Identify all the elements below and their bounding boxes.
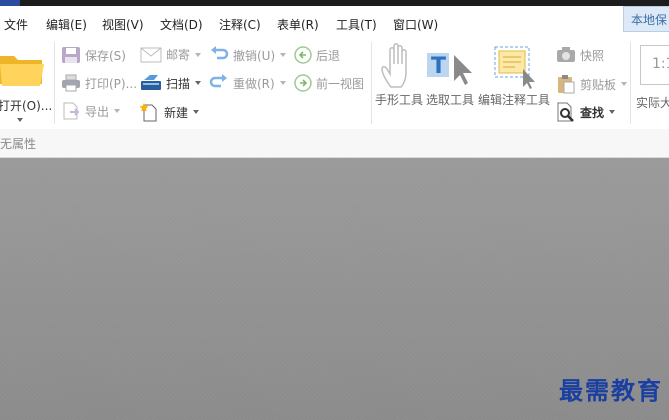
clipboard-dropdown-icon[interactable] (621, 82, 628, 86)
export-icon (63, 102, 80, 120)
menu-file[interactable]: 文件 (4, 16, 28, 33)
undo-label: 撤销(U) (233, 48, 276, 63)
export-label: 导出 (85, 104, 110, 119)
export-dropdown-icon[interactable] (114, 109, 121, 113)
find-button[interactable]: 查找 (556, 102, 616, 122)
clipboard-label: 剪贴板 (580, 77, 617, 92)
open-dropdown-icon[interactable] (17, 118, 23, 122)
open-label: 打开(O)... (0, 99, 53, 113)
undo-dropdown-icon[interactable] (280, 53, 287, 57)
mail-icon (140, 47, 162, 62)
printer-icon (62, 74, 80, 92)
previous-view-button[interactable]: 前一视图 (294, 74, 364, 92)
print-button[interactable]: 打印(P)... (61, 74, 137, 92)
save-label: 保存(S) (85, 48, 126, 63)
redo-icon (209, 74, 227, 88)
previous-view-label: 前一视图 (316, 76, 365, 91)
menu-comment[interactable]: 注释(C) (219, 16, 261, 33)
save-button[interactable]: 保存(S) (61, 46, 126, 64)
ribbon-toolbar: 打开(O)... 保存(S) 打印(P)... 导出 邮寄 扫描 新建 撤销(U… (0, 38, 669, 130)
redo-dropdown-icon[interactable] (279, 81, 286, 85)
menu-edit[interactable]: 编辑(E) (46, 16, 87, 33)
clipboard-icon (558, 75, 575, 94)
hand-tool-label: 手形工具 (374, 93, 423, 107)
mail-button[interactable]: 邮寄 (140, 46, 202, 63)
hand-tool-button[interactable]: 手形工具 (374, 43, 424, 108)
back-arrow-icon (294, 46, 312, 64)
folder-icon (0, 56, 44, 86)
menu-form[interactable]: 表单(R) (277, 16, 319, 33)
document-canvas[interactable]: 最需教育 (0, 158, 669, 420)
mail-dropdown-icon[interactable] (195, 52, 202, 57)
ribbon-separator (630, 42, 631, 124)
menu-window[interactable]: 窗口(W) (393, 16, 438, 33)
scan-dropdown-icon[interactable] (195, 81, 202, 85)
hand-icon (381, 43, 407, 88)
undo-icon (211, 46, 229, 60)
new-label: 新建 (164, 105, 189, 120)
find-dropdown-icon[interactable] (609, 110, 616, 114)
menu-bar: 文件 编辑(E) 视图(V) 文档(D) 注释(C) 表单(R) 工具(T) 窗… (0, 0, 669, 39)
clipboard-button[interactable]: 剪贴板 (556, 74, 628, 94)
print-label: 打印(P)... (85, 76, 138, 91)
select-text-icon: T (427, 53, 472, 85)
edit-annotation-icon (494, 46, 535, 89)
redo-label: 重做(R) (233, 76, 275, 91)
back-button[interactable]: 后退 (294, 46, 340, 64)
menu-document[interactable]: 文档(D) (160, 16, 203, 33)
snapshot-label: 快照 (580, 48, 605, 63)
new-dropdown-icon[interactable] (193, 110, 200, 114)
menu-view[interactable]: 视图(V) (102, 16, 144, 33)
scanner-icon (141, 75, 161, 90)
mail-label: 邮寄 (166, 48, 191, 62)
scan-label: 扫描 (166, 76, 191, 91)
find-label: 查找 (580, 105, 605, 120)
actual-size-icon-text: 1:1 (652, 56, 669, 72)
svg-text:T: T (431, 54, 446, 79)
redo-button[interactable]: 重做(R) (209, 74, 286, 92)
menu-tools[interactable]: 工具(T) (336, 16, 377, 33)
back-label: 后退 (316, 48, 341, 63)
app-icon (0, 0, 20, 6)
export-button[interactable]: 导出 (61, 102, 121, 120)
actual-size-label: 实际大 (636, 96, 669, 110)
select-tool-button[interactable]: T 选取工具 (424, 43, 476, 108)
find-icon (557, 102, 574, 122)
new-document-icon (140, 103, 157, 122)
actual-size-button[interactable]: 1:1 实际大 (636, 45, 669, 111)
new-button[interactable]: 新建 (140, 102, 200, 122)
properties-bar: 无属性 (0, 129, 669, 158)
undo-button[interactable]: 撤销(U) (209, 46, 287, 64)
no-properties-label: 无属性 (0, 137, 37, 151)
edit-annotation-tool-label: 编辑注释工具 (477, 93, 550, 107)
camera-icon (557, 47, 575, 62)
snapshot-button[interactable]: 快照 (556, 46, 604, 64)
ribbon-separator (54, 42, 55, 124)
ribbon-separator (371, 42, 372, 124)
scan-button[interactable]: 扫描 (140, 74, 202, 92)
actual-size-icon: 1:1 (640, 45, 669, 85)
watermark-text: 最需教育 (559, 376, 663, 405)
local-save-button[interactable]: 本地保 (623, 6, 669, 32)
title-bar-strip (0, 0, 669, 6)
forward-arrow-icon (294, 74, 312, 92)
select-tool-label: 选取工具 (425, 93, 474, 107)
edit-annotation-tool-button[interactable]: 编辑注释工具 (476, 43, 552, 108)
save-icon (62, 47, 80, 63)
open-button[interactable]: 打开(O)... (0, 42, 52, 124)
